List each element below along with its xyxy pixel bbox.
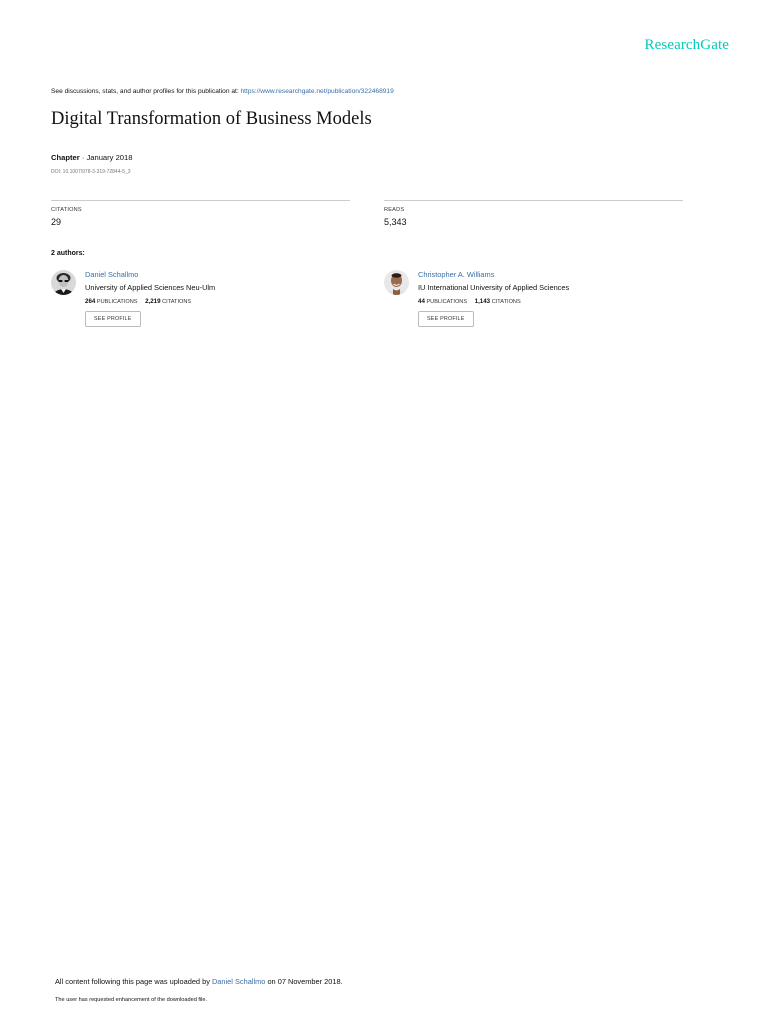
citations-value: 29 <box>51 217 62 227</box>
publications-label: PUBLICATIONS <box>96 299 138 305</box>
upload-prefix: All content following this page was uplo… <box>55 977 210 986</box>
citations-label: CITATIONS <box>51 207 82 213</box>
author-stats: 264 PUBLICATIONS 2,219 CITATIONS <box>85 298 215 305</box>
publication-doi: DOI: 10.1007/978-3-319-72844-5_3 <box>51 169 131 175</box>
author-info: Christopher A. Williams IU International… <box>418 270 569 327</box>
citations-count: 2,219 <box>145 298 161 305</box>
uploader-link[interactable]: Daniel Schallmo <box>212 977 265 986</box>
reads-value: 5,343 <box>384 217 407 227</box>
publications-count: 44 <box>418 298 425 305</box>
upload-suffix: on 07 November 2018. <box>267 977 343 986</box>
discussion-prefix: See discussions, stats, and author profi… <box>51 88 239 95</box>
enhancement-note: The user has requested enhancement of th… <box>55 997 208 1003</box>
upload-notice: All content following this page was uplo… <box>55 977 343 986</box>
see-profile-button[interactable]: SEE PROFILE <box>85 311 141 327</box>
publications-count: 264 <box>85 298 96 305</box>
author-name[interactable]: Daniel Schallmo <box>85 270 215 279</box>
authors-heading: 2 authors: <box>51 250 85 257</box>
publication-link[interactable]: https://www.researchgate.net/publication… <box>241 88 394 95</box>
see-profile-button[interactable]: SEE PROFILE <box>418 311 474 327</box>
citations-count: 1,143 <box>474 298 491 305</box>
discussion-line: See discussions, stats, and author profi… <box>51 88 394 95</box>
reads-stat: READS 5,343 <box>384 200 683 227</box>
author-stats: 44 PUBLICATIONS 1,143 CITATIONS <box>418 298 569 305</box>
author-name[interactable]: Christopher A. Williams <box>418 270 569 279</box>
citations-stat: CITATIONS 29 <box>51 200 350 227</box>
author-info: Daniel Schallmo University of Applied Sc… <box>85 270 215 327</box>
publication-date: January 2018 <box>86 153 133 162</box>
author-citations-label: CITATIONS <box>162 299 192 305</box>
publication-type: Chapter <box>51 153 80 162</box>
author-photo-icon[interactable] <box>51 270 76 295</box>
researchgate-logo[interactable]: ResearchGate <box>645 37 729 54</box>
publications-label: PUBLICATIONS <box>426 299 468 305</box>
author-photo-icon[interactable] <box>384 270 409 295</box>
publication-meta: Chapter · January 2018 <box>51 153 132 162</box>
author-institution: IU International University of Applied S… <box>418 283 570 292</box>
publication-title: Digital Transformation of Business Model… <box>51 109 372 129</box>
author-institution: University of Applied Sciences Neu-Ulm <box>85 283 216 292</box>
reads-label: READS <box>384 207 405 213</box>
author-citations-label: CITATIONS <box>491 299 521 305</box>
